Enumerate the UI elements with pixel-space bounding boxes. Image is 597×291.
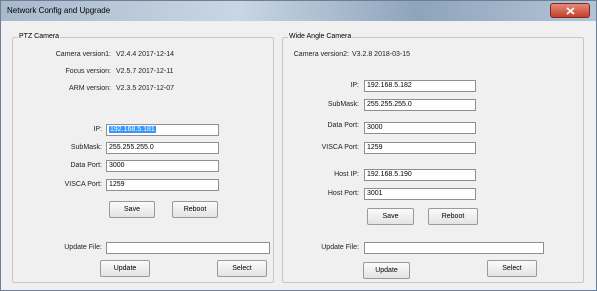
wide-group-title: Wide Angle Camera: [288, 33, 353, 40]
ptz-save-button[interactable]: Save: [109, 201, 155, 218]
ptz-visca-port-label: VISCA Port:: [64, 181, 102, 188]
ptz-reboot-button[interactable]: Reboot: [172, 201, 218, 218]
wide-camera-version-value: V3.2.8 2018-03-15: [352, 51, 410, 58]
wide-ip-field[interactable]: 192.168.5.182: [364, 80, 476, 92]
config-window: Network Config and Upgrade PTZ Camera Ca…: [0, 0, 597, 291]
ptz-ip-value: 192.168.5.181: [109, 126, 156, 133]
ptz-visca-port-field[interactable]: 1259: [106, 179, 219, 191]
ptz-ip-label: IP:: [93, 126, 102, 133]
wide-visca-port-label: VISCA Port:: [321, 144, 359, 151]
ptz-group-title: PTZ Camera: [18, 33, 61, 40]
close-icon: [566, 7, 575, 15]
wide-host-port-field[interactable]: 3001: [364, 188, 476, 200]
ptz-update-file-field[interactable]: [106, 242, 270, 254]
title-bar[interactable]: Network Config and Upgrade: [1, 1, 596, 21]
wide-visca-port-field[interactable]: 1259: [364, 142, 476, 154]
ptz-camera-version-label: Camera version1:: [55, 51, 111, 58]
ptz-arm-version-label: ARM version:: [68, 85, 111, 92]
close-button[interactable]: [550, 3, 590, 18]
wide-host-port-label: Host Port:: [327, 190, 359, 197]
ptz-update-file-label: Update File:: [64, 244, 102, 251]
ptz-submask-field[interactable]: 255.255.255.0: [106, 142, 219, 154]
wide-data-port-field[interactable]: 3000: [364, 122, 476, 134]
ptz-data-port-field[interactable]: 3000: [106, 160, 219, 172]
wide-camera-version-label: Camera version2:: [293, 51, 349, 58]
ptz-ip-field[interactable]: 192.168.5.181: [106, 124, 219, 136]
wide-angle-camera-group: Wide Angle Camera Camera version2: V3.2.…: [282, 33, 584, 283]
wide-reboot-button[interactable]: Reboot: [428, 208, 478, 225]
ptz-camera-version-value: V2.4.4 2017-12-14: [116, 51, 174, 58]
wide-host-ip-label: Host IP:: [334, 171, 359, 178]
ptz-arm-version-value: V2.3.5 2017-12-07: [116, 85, 174, 92]
wide-save-button[interactable]: Save: [367, 208, 414, 225]
ptz-select-button[interactable]: Select: [217, 260, 267, 277]
wide-data-port-label: Data Port:: [327, 122, 359, 129]
wide-submask-label: SubMask:: [327, 101, 359, 108]
ptz-camera-group: PTZ Camera Camera version1: V2.4.4 2017-…: [12, 33, 274, 283]
wide-update-file-field[interactable]: [364, 242, 544, 254]
wide-update-file-label: Update File:: [321, 244, 359, 251]
ptz-focus-version-label: Focus version:: [65, 68, 111, 75]
ptz-submask-label: SubMask:: [70, 144, 102, 151]
wide-select-button[interactable]: Select: [487, 260, 537, 277]
ptz-focus-version-value: V2.5.7 2017-12-11: [116, 68, 174, 75]
ptz-update-button[interactable]: Update: [100, 260, 150, 277]
wide-update-button[interactable]: Update: [363, 262, 410, 279]
wide-ip-label: IP:: [350, 82, 359, 89]
client-area: PTZ Camera Camera version1: V2.4.4 2017-…: [9, 23, 588, 284]
ptz-data-port-label: Data Port:: [70, 162, 102, 169]
wide-submask-field[interactable]: 255.255.255.0: [364, 99, 476, 111]
window-title: Network Config and Upgrade: [7, 6, 111, 15]
wide-host-ip-field[interactable]: 192.168.5.190: [364, 169, 476, 181]
